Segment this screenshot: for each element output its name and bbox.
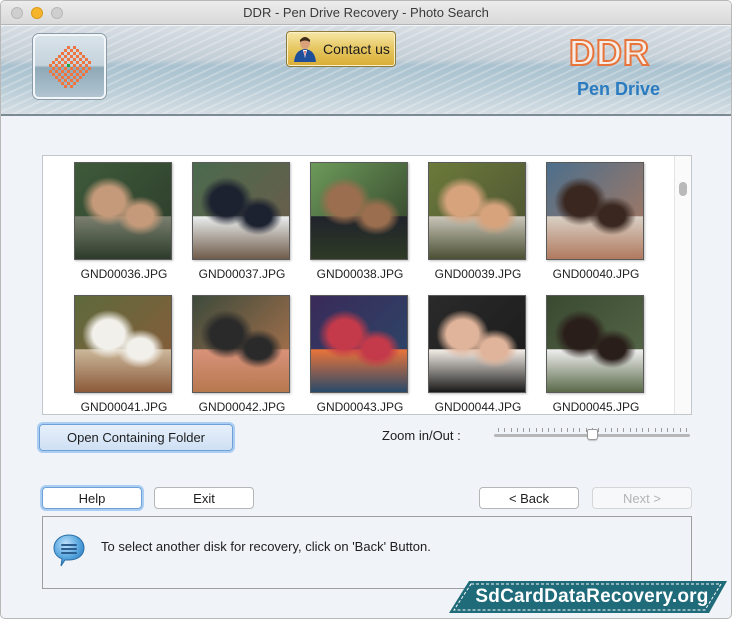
zoom-slider-tick bbox=[560, 428, 562, 432]
zoom-slider-tick bbox=[623, 428, 625, 432]
back-button[interactable]: < Back bbox=[479, 487, 579, 509]
person-support-icon bbox=[294, 37, 316, 62]
photo-image[interactable] bbox=[310, 162, 408, 260]
zoom-slider-tick bbox=[679, 428, 681, 432]
next-button: Next > bbox=[592, 487, 692, 509]
photo-thumbnail[interactable]: GND00040.JPG bbox=[546, 162, 646, 281]
zoom-slider-tick bbox=[510, 428, 512, 432]
gallery-scrollbar[interactable] bbox=[674, 156, 691, 414]
zoom-slider-tick bbox=[548, 428, 550, 432]
photo-thumbnail[interactable]: GND00041.JPG bbox=[74, 295, 174, 414]
photo-image[interactable] bbox=[546, 162, 644, 260]
zoom-slider-tick bbox=[648, 428, 650, 432]
zoom-slider-tick bbox=[516, 428, 518, 432]
zoom-slider-tick bbox=[610, 428, 612, 432]
window-close-button[interactable] bbox=[11, 7, 23, 19]
gallery-scrollbar-thumb[interactable] bbox=[679, 181, 687, 196]
watermark-text: SdCardDataRecovery.org bbox=[475, 586, 709, 607]
zoom-slider-tick bbox=[579, 428, 581, 432]
photo-thumbnail[interactable]: GND00037.JPG bbox=[192, 162, 292, 281]
exit-button[interactable]: Exit bbox=[154, 487, 254, 509]
contact-us-label: Contact us bbox=[323, 41, 390, 57]
zoom-slider-tick bbox=[629, 428, 631, 432]
zoom-slider[interactable] bbox=[494, 425, 690, 443]
zoom-slider-tick bbox=[686, 428, 687, 432]
photo-image[interactable] bbox=[546, 295, 644, 393]
zoom-slider-tick bbox=[523, 428, 525, 432]
zoom-label: Zoom in/Out : bbox=[382, 428, 461, 443]
photo-thumbnail[interactable]: GND00036.JPG bbox=[74, 162, 174, 281]
zoom-slider-tick bbox=[667, 428, 669, 432]
header-banner: Contact us DDR Pen Drive bbox=[1, 26, 731, 116]
zoom-slider-tick bbox=[529, 428, 531, 432]
window-zoom-button[interactable] bbox=[51, 7, 63, 19]
info-message: To select another disk for recovery, cli… bbox=[101, 539, 431, 554]
photo-filename: GND00037.JPG bbox=[198, 267, 286, 281]
zoom-slider-knob[interactable] bbox=[587, 429, 598, 440]
photo-gallery: GND00036.JPG GND00037.JPG GND00038.JPG GND0… bbox=[42, 155, 692, 415]
zoom-slider-tick bbox=[642, 428, 644, 432]
title-bar: DDR - Pen Drive Recovery - Photo Search bbox=[1, 1, 731, 25]
brand-name: DDR bbox=[568, 31, 650, 74]
photo-image[interactable] bbox=[192, 295, 290, 393]
photo-filename: GND00038.JPG bbox=[316, 267, 404, 281]
photo-filename: GND00036.JPG bbox=[80, 267, 168, 281]
open-containing-folder-button[interactable]: Open Containing Folder bbox=[39, 424, 233, 451]
photo-filename: GND00039.JPG bbox=[434, 267, 522, 281]
zoom-slider-tick bbox=[604, 428, 606, 432]
photo-filename: GND00045.JPG bbox=[552, 400, 640, 414]
zoom-slider-tick bbox=[635, 428, 637, 432]
photo-filename: GND00040.JPG bbox=[552, 267, 640, 281]
zoom-slider-tick bbox=[566, 428, 568, 432]
watermark-banner: SdCardDataRecovery.org bbox=[447, 579, 729, 615]
photo-thumbnail[interactable]: GND00042.JPG bbox=[192, 295, 292, 414]
zoom-slider-tick bbox=[660, 428, 662, 432]
help-button[interactable]: Help bbox=[42, 487, 142, 509]
photo-image[interactable] bbox=[428, 162, 526, 260]
brand-product: Pen Drive bbox=[577, 79, 661, 99]
photo-filename: GND00042.JPG bbox=[198, 400, 286, 414]
photo-thumbnail[interactable]: GND00038.JPG bbox=[310, 162, 410, 281]
photo-filename: GND00041.JPG bbox=[80, 400, 168, 414]
photo-thumbnail[interactable]: GND00039.JPG bbox=[428, 162, 528, 281]
app-logo bbox=[33, 34, 106, 99]
speech-bubble-icon bbox=[53, 534, 85, 567]
window-minimize-button[interactable] bbox=[31, 7, 43, 19]
zoom-slider-tick bbox=[673, 428, 675, 432]
photo-thumbnail[interactable]: GND00045.JPG bbox=[546, 295, 646, 414]
zoom-slider-tick bbox=[654, 428, 656, 432]
zoom-slider-tick bbox=[504, 428, 506, 432]
photo-image[interactable] bbox=[74, 295, 172, 393]
contact-us-button[interactable]: Contact us bbox=[286, 31, 396, 67]
photo-thumbnail[interactable]: GND00043.JPG bbox=[310, 295, 410, 414]
window-title: DDR - Pen Drive Recovery - Photo Search bbox=[243, 5, 489, 20]
zoom-slider-tick bbox=[573, 428, 575, 432]
zoom-slider-tick bbox=[541, 428, 543, 432]
zoom-slider-tick bbox=[617, 428, 619, 432]
photo-image[interactable] bbox=[428, 295, 526, 393]
photo-image[interactable] bbox=[310, 295, 408, 393]
photo-image[interactable] bbox=[74, 162, 172, 260]
photo-filename: GND00043.JPG bbox=[316, 400, 404, 414]
photo-thumbnail[interactable]: GND00044.JPG bbox=[428, 295, 528, 414]
zoom-slider-tick bbox=[554, 428, 556, 432]
zoom-slider-tick bbox=[535, 428, 537, 432]
photo-filename: GND00044.JPG bbox=[434, 400, 522, 414]
photo-image[interactable] bbox=[192, 162, 290, 260]
zoom-slider-tick bbox=[498, 428, 499, 432]
app-window: DDR - Pen Drive Recovery - Photo Search … bbox=[0, 0, 732, 619]
zoom-slider-tick bbox=[598, 428, 600, 432]
ddr-checker-logo-icon bbox=[49, 46, 91, 88]
